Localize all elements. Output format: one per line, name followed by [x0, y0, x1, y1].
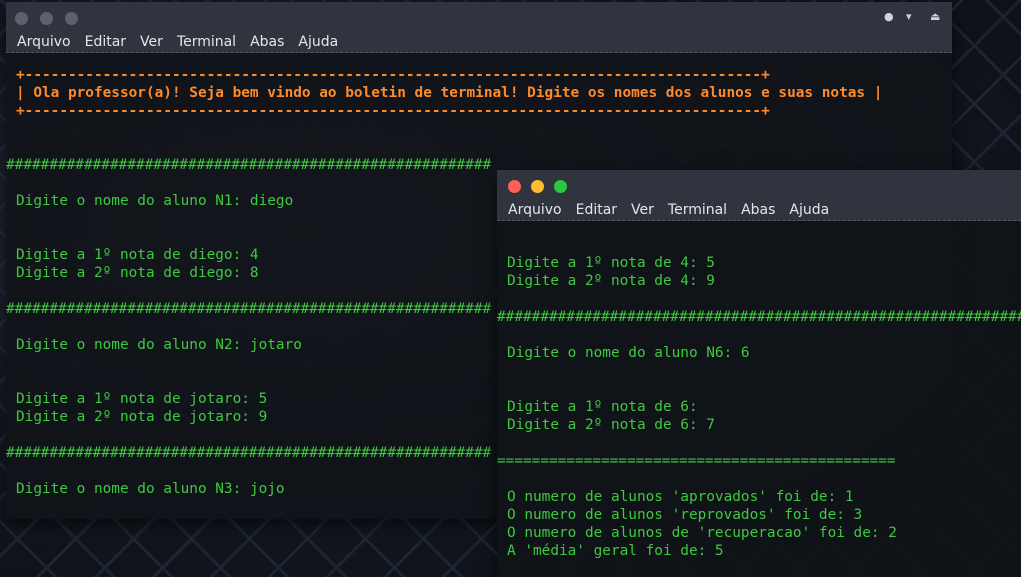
- result-line: O numero de alunos 'aprovados' foi de: 1: [507, 489, 854, 505]
- result-separator: ========================================…: [497, 453, 896, 469]
- minimize-button[interactable]: [531, 180, 544, 193]
- prompt-line: Digite o nome do aluno N6: 6: [507, 345, 750, 361]
- result-line: O numero de alunos 'reprovados' foi de: …: [507, 507, 863, 523]
- menu-abas[interactable]: Abas: [250, 34, 284, 50]
- menu-ver[interactable]: Ver: [631, 202, 654, 218]
- menu-terminal[interactable]: Terminal: [668, 202, 727, 218]
- prompt-line: Digite a 1º nota de 4: 5: [507, 255, 715, 271]
- separator-line: ########################################…: [6, 301, 492, 317]
- menu-bar: Arquivo Editar Ver Terminal Abas Ajuda: [6, 32, 952, 53]
- menu-arquivo[interactable]: Arquivo: [17, 34, 71, 50]
- prompt-line: Digite o nome do aluno N2: jotaro: [16, 337, 302, 353]
- prompt-line: Digite a 1º nota de jotaro: 5: [16, 391, 268, 407]
- result-line: A 'média' geral foi de: 5: [507, 543, 724, 559]
- prompt-line: Digite o nome do aluno N1: diego: [16, 193, 294, 209]
- close-button[interactable]: [508, 180, 521, 193]
- menu-ajuda[interactable]: Ajuda: [298, 34, 338, 50]
- window-titlebar[interactable]: [497, 170, 1021, 200]
- close-button[interactable]: [15, 12, 28, 25]
- prompt-line: Digite a 2º nota de jotaro: 9: [16, 409, 268, 425]
- menu-editar[interactable]: Editar: [85, 34, 126, 50]
- menu-bar: Arquivo Editar Ver Terminal Abas Ajuda: [497, 200, 1021, 221]
- prompt-line: Digite a 2º nota de diego: 8: [16, 265, 259, 281]
- result-line: O numero de alunos de 'recuperacao' foi …: [507, 525, 897, 541]
- eject-icon[interactable]: ⏏: [930, 10, 940, 23]
- separator-line: ########################################…: [6, 157, 492, 173]
- separator-line: ########################################…: [6, 445, 492, 461]
- menu-abas[interactable]: Abas: [741, 202, 775, 218]
- terminal-output[interactable]: Digite a 1º nota de 4: 5 Digite a 2º not…: [497, 221, 1021, 577]
- prompt-line: Digite o nome do aluno N3: jojo: [16, 481, 285, 497]
- terminal-window-front[interactable]: Arquivo Editar Ver Terminal Abas Ajuda D…: [497, 170, 1021, 577]
- banner-border-bottom: +---------------------------------------…: [16, 103, 770, 119]
- prompt-line: Digite a 1º nota de 6:: [507, 399, 698, 415]
- banner-border-top: +---------------------------------------…: [16, 67, 770, 83]
- maximize-button[interactable]: [554, 180, 567, 193]
- banner-text: | Ola professor(a)! Seja bem vindo ao bo…: [16, 85, 883, 101]
- separator-line: ########################################…: [497, 309, 1021, 325]
- prompt-line: Digite a 2º nota de 6: 7: [507, 417, 715, 433]
- window-titlebar[interactable]: ● ▾ ⏏: [6, 2, 952, 32]
- chevron-down-icon[interactable]: ▾: [906, 10, 912, 23]
- minimize-button[interactable]: [40, 12, 53, 25]
- menu-terminal[interactable]: Terminal: [177, 34, 236, 50]
- prompt-line: Digite a 2º nota de 4: 9: [507, 273, 715, 289]
- menu-ver[interactable]: Ver: [140, 34, 163, 50]
- menu-editar[interactable]: Editar: [576, 202, 617, 218]
- prompt-line: Digite a 1º nota de diego: 4: [16, 247, 259, 263]
- dot-icon[interactable]: ●: [884, 10, 894, 23]
- maximize-button[interactable]: [65, 12, 78, 25]
- menu-ajuda[interactable]: Ajuda: [789, 202, 829, 218]
- menu-arquivo[interactable]: Arquivo: [508, 202, 562, 218]
